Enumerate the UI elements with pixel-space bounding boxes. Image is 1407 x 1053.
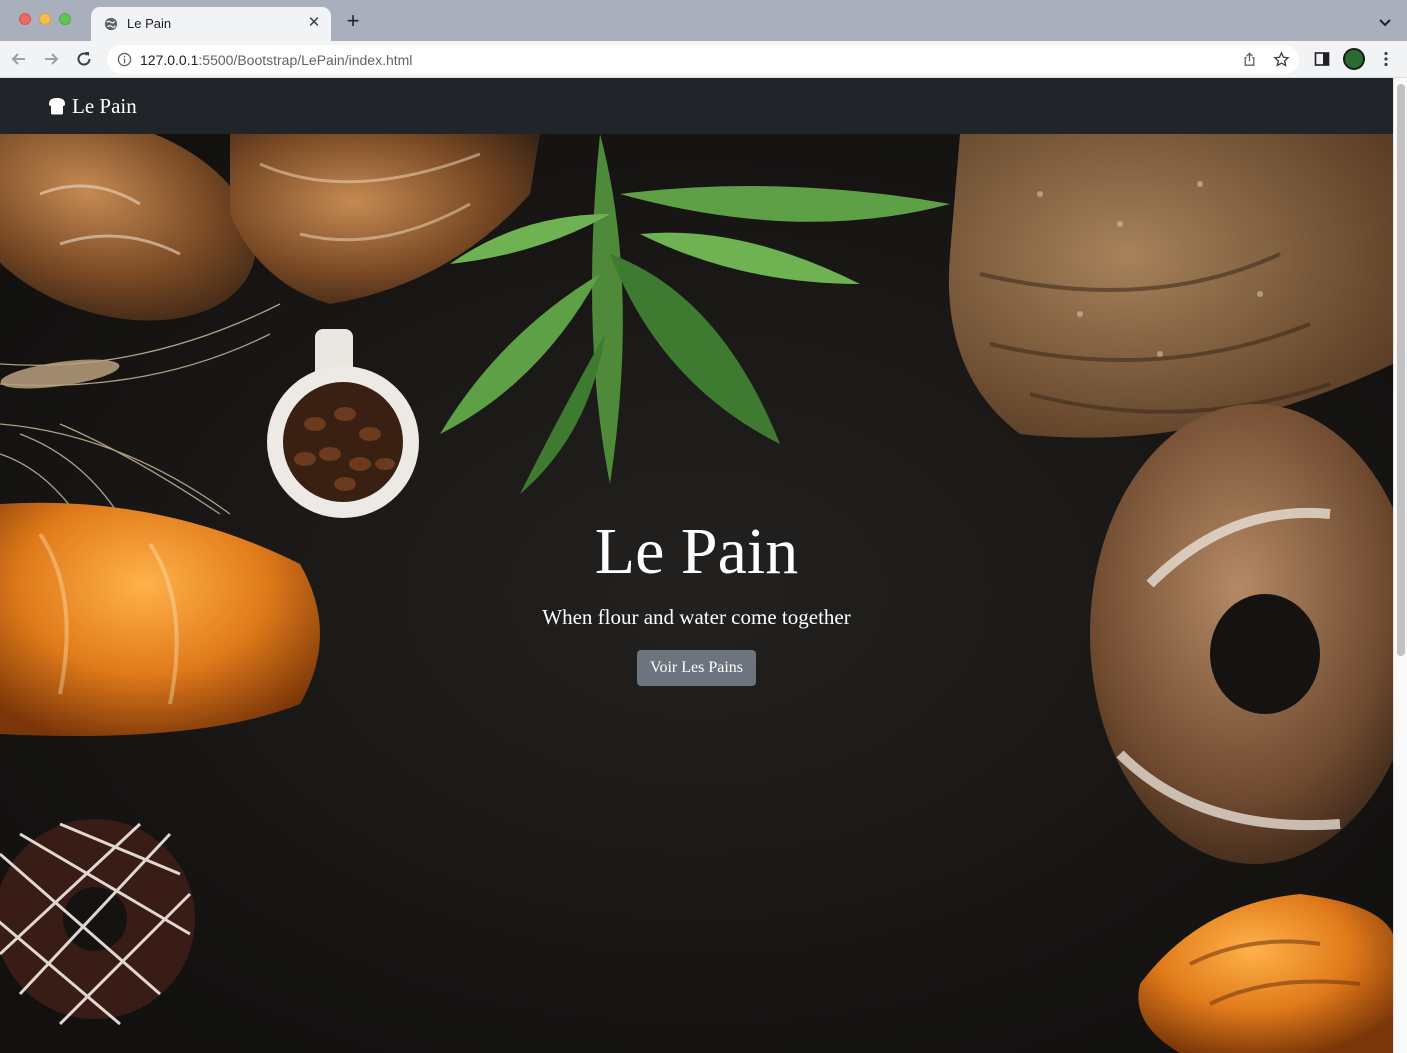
star-icon[interactable] (1273, 51, 1290, 68)
voir-les-pains-button[interactable]: Voir Les Pains (636, 650, 757, 686)
arrow-left-icon[interactable] (9, 49, 29, 69)
page-scrollbar[interactable] (1393, 78, 1407, 1053)
hero-content: Le Pain When flour and water come togeth… (0, 512, 1393, 686)
hero-section: Le Pain When flour and water come togeth… (0, 134, 1393, 1053)
browser-toolbar: 127.0.0.1:5500/Bootstrap/LePain/index.ht… (0, 41, 1407, 78)
site-navbar: Le Pain (0, 78, 1393, 134)
address-bar[interactable]: 127.0.0.1:5500/Bootstrap/LePain/index.ht… (107, 45, 1299, 74)
tab-title: Le Pain (127, 16, 172, 31)
close-window-button[interactable] (19, 13, 31, 25)
avatar[interactable] (1343, 48, 1365, 70)
scrollbar-thumb[interactable] (1397, 84, 1405, 656)
url-host: 127.0.0.1 (140, 52, 199, 68)
kebab-menu-icon[interactable] (1377, 50, 1395, 68)
minimize-window-button[interactable] (39, 13, 51, 25)
plus-icon[interactable]: + (343, 10, 363, 32)
browser-tab[interactable]: Le Pain ✕ (91, 7, 331, 41)
url-path: :5500/Bootstrap/LePain/index.html (198, 52, 413, 68)
navbar-brand[interactable]: Le Pain (47, 92, 137, 120)
page-viewport: Le Pain Le Pain When flour and water com… (0, 78, 1393, 1053)
url-text[interactable]: 127.0.0.1:5500/Bootstrap/LePain/index.ht… (140, 52, 412, 68)
brand-label: Le Pain (72, 93, 137, 118)
hero-subtitle: When flour and water come together (542, 605, 851, 629)
side-panel-icon[interactable] (1313, 50, 1331, 68)
bread-icon (49, 98, 65, 115)
reload-icon[interactable] (74, 49, 94, 69)
share-icon[interactable] (1241, 51, 1258, 68)
hero-title: Le Pain (594, 515, 799, 588)
close-icon[interactable]: ✕ (306, 15, 322, 31)
arrow-right-icon[interactable] (41, 49, 61, 69)
browser-tab-strip: Le Pain ✕ + (0, 0, 1407, 41)
globe-icon (104, 17, 118, 31)
chevron-down-icon[interactable] (1376, 13, 1394, 31)
maximize-window-button[interactable] (59, 13, 71, 25)
info-icon[interactable] (117, 52, 132, 67)
